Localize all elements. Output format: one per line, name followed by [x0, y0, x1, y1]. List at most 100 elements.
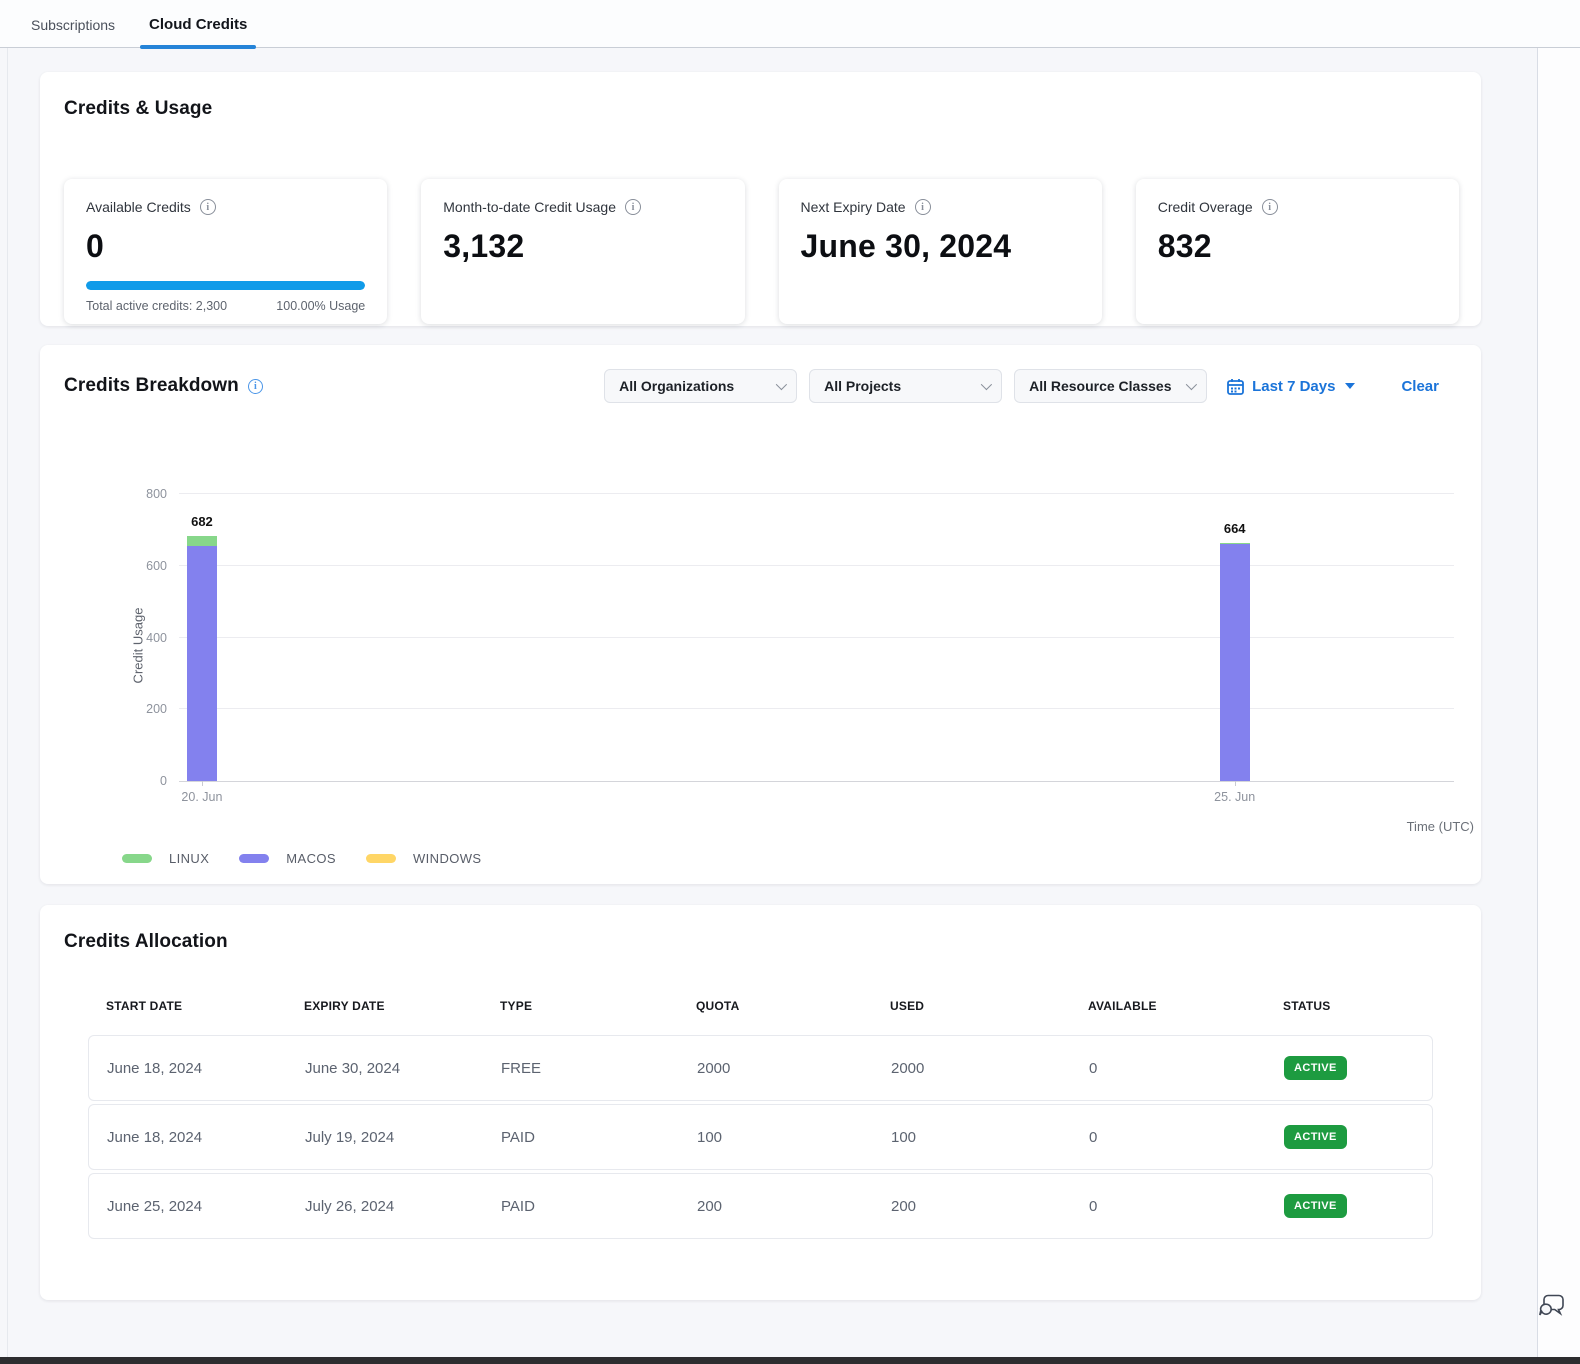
- table-row: June 18, 2024June 30, 2024FREE200020000A…: [88, 1035, 1433, 1101]
- stat-cards-row: Available Credits i 0 Total active credi…: [64, 179, 1459, 324]
- total-active-credits: Total active credits: 2,300: [86, 299, 227, 313]
- chevron-down-icon: [1186, 379, 1197, 390]
- table-cell: ACTIVE: [1266, 1056, 1432, 1080]
- organizations-dropdown[interactable]: All Organizations: [604, 369, 797, 403]
- date-range-picker[interactable]: Last 7 Days: [1227, 378, 1355, 395]
- tab-subscriptions[interactable]: Subscriptions: [22, 5, 124, 47]
- info-icon[interactable]: i: [1262, 199, 1278, 215]
- chart-filters: All Organizations All Projects All Resou…: [604, 369, 1457, 403]
- credits-usage-panel: Credits & Usage Available Credits i 0 To…: [40, 72, 1481, 326]
- legend-swatch-icon: [366, 854, 396, 863]
- x-tick-mark: [1235, 781, 1236, 786]
- y-tick-label: 600: [117, 559, 167, 573]
- column-header-status: STATUS: [1265, 999, 1433, 1013]
- bar-segment-macos: [187, 546, 217, 781]
- left-edge-divider: [7, 48, 8, 1364]
- table-cell: June 25, 2024: [89, 1198, 287, 1215]
- table-row: June 18, 2024July 19, 2024PAID1001000ACT…: [88, 1104, 1433, 1170]
- info-icon[interactable]: i: [625, 199, 641, 215]
- clear-filters-button[interactable]: Clear: [1401, 378, 1439, 395]
- table-cell: 100: [873, 1129, 1071, 1146]
- info-icon[interactable]: i: [248, 379, 263, 394]
- column-header-type: TYPE: [482, 999, 678, 1013]
- date-range-value: Last 7 Days: [1252, 378, 1335, 395]
- legend-label: MACOS: [286, 851, 336, 866]
- window-bottom-edge: [0, 1357, 1580, 1364]
- chevron-down-icon: [981, 379, 992, 390]
- gridline: [179, 708, 1454, 709]
- table-cell: FREE: [483, 1060, 679, 1077]
- legend-item-macos[interactable]: MACOS: [239, 851, 336, 866]
- legend-item-windows[interactable]: WINDOWS: [366, 851, 482, 866]
- chat-bubbles-icon: [1538, 1293, 1566, 1319]
- info-icon[interactable]: i: [200, 199, 216, 215]
- cloud-credits-page: Subscriptions Cloud Credits Credits & Us…: [0, 0, 1580, 1364]
- credits-progress-fill: [86, 281, 365, 290]
- table-cell: PAID: [483, 1129, 679, 1146]
- next-expiry-value: June 30, 2024: [801, 228, 1080, 265]
- x-axis-title: Time (UTC): [1407, 819, 1474, 834]
- resource-classes-dropdown[interactable]: All Resource Classes: [1014, 369, 1207, 403]
- table-cell: 0: [1071, 1060, 1266, 1077]
- chart-plot-area: Time (UTC) 020040060080068220. Jun66425.…: [179, 495, 1454, 782]
- next-expiry-label: Next Expiry Date: [801, 199, 906, 215]
- status-badge: ACTIVE: [1284, 1194, 1347, 1218]
- stacked-bar-25-jun[interactable]: [1220, 543, 1250, 781]
- available-credits-card: Available Credits i 0 Total active credi…: [64, 179, 387, 324]
- info-icon[interactable]: i: [915, 199, 931, 215]
- table-cell: 0: [1071, 1198, 1266, 1215]
- legend-label: LINUX: [169, 851, 209, 866]
- table-cell: July 26, 2024: [287, 1198, 483, 1215]
- table-cell: June 30, 2024: [287, 1060, 483, 1077]
- legend-item-linux[interactable]: LINUX: [122, 851, 209, 866]
- column-header-available: AVAILABLE: [1070, 999, 1265, 1013]
- resource-classes-dropdown-value: All Resource Classes: [1029, 378, 1171, 394]
- chart-legend: LINUX MACOS WINDOWS: [122, 851, 481, 866]
- table-body: June 18, 2024June 30, 2024FREE200020000A…: [88, 1035, 1433, 1239]
- tab-cloud-credits[interactable]: Cloud Credits: [140, 4, 256, 47]
- y-tick-label: 800: [117, 487, 167, 501]
- table-cell: June 18, 2024: [89, 1129, 287, 1146]
- credit-usage-chart: Credit Usage Time (UTC) 0200400600800682…: [64, 407, 1457, 877]
- x-tick-label: 25. Jun: [1214, 790, 1255, 804]
- credits-usage-title: Credits & Usage: [64, 98, 1459, 120]
- support-chat-button[interactable]: [1538, 1293, 1566, 1324]
- right-gutter: [1537, 48, 1580, 1364]
- table-cell: 200: [679, 1198, 873, 1215]
- credit-overage-value: 832: [1158, 228, 1437, 265]
- table-cell: ACTIVE: [1266, 1125, 1432, 1149]
- table-header: START DATEEXPIRY DATETYPEQUOTAUSEDAVAILA…: [88, 999, 1433, 1035]
- y-tick-label: 400: [117, 631, 167, 645]
- table-cell: July 19, 2024: [287, 1129, 483, 1146]
- bar-value-label: 682: [191, 514, 213, 529]
- table-cell: 2000: [679, 1060, 873, 1077]
- status-badge: ACTIVE: [1284, 1125, 1347, 1149]
- projects-dropdown[interactable]: All Projects: [809, 369, 1002, 403]
- mtd-usage-card: Month-to-date Credit Usage i 3,132: [421, 179, 744, 324]
- credits-breakdown-title: Credits Breakdown: [64, 375, 239, 397]
- table-cell: 100: [679, 1129, 873, 1146]
- column-header-start-date: START DATE: [88, 999, 286, 1013]
- column-header-expiry-date: EXPIRY DATE: [286, 999, 482, 1013]
- table-cell: 2000: [873, 1060, 1071, 1077]
- mtd-usage-label: Month-to-date Credit Usage: [443, 199, 616, 215]
- y-axis-title: Credit Usage: [130, 608, 145, 684]
- table-cell: 200: [873, 1198, 1071, 1215]
- credit-overage-card: Credit Overage i 832: [1136, 179, 1459, 324]
- table-row: June 25, 2024July 26, 2024PAID2002000ACT…: [88, 1173, 1433, 1239]
- y-tick-label: 0: [117, 774, 167, 788]
- available-credits-label: Available Credits: [86, 199, 191, 215]
- available-credits-value: 0: [86, 228, 365, 265]
- legend-swatch-icon: [239, 854, 269, 863]
- bar-segment-linux: [187, 536, 217, 546]
- x-tick-label: 20. Jun: [181, 790, 222, 804]
- table-cell: June 18, 2024: [89, 1060, 287, 1077]
- stacked-bar-20-jun[interactable]: [187, 536, 217, 781]
- status-badge: ACTIVE: [1284, 1056, 1347, 1080]
- calendar-icon: [1227, 378, 1244, 395]
- credits-allocation-table: START DATEEXPIRY DATETYPEQUOTAUSEDAVAILA…: [88, 999, 1433, 1239]
- legend-label: WINDOWS: [413, 851, 482, 866]
- caret-down-icon: [1345, 383, 1355, 389]
- column-header-quota: QUOTA: [678, 999, 872, 1013]
- gridline: [179, 637, 1454, 638]
